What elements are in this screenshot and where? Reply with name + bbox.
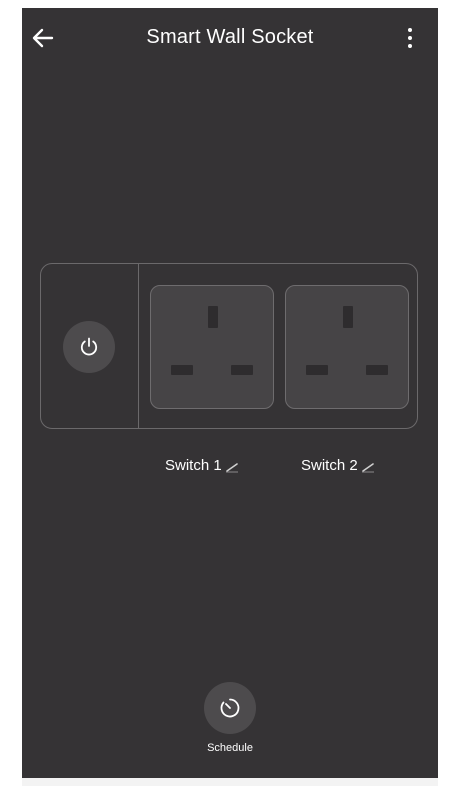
socket-panel <box>40 263 418 429</box>
arrow-left-icon <box>32 28 54 48</box>
more-options-button[interactable] <box>400 22 420 54</box>
outlet-live-pin <box>171 365 193 375</box>
schedule-label: Schedule <box>207 742 253 754</box>
power-icon <box>80 337 98 356</box>
page-title: Smart Wall Socket <box>146 26 314 48</box>
back-button[interactable] <box>28 23 58 53</box>
outlet-switch-1[interactable] <box>150 285 274 409</box>
more-vertical-icon <box>408 28 412 32</box>
more-vertical-icon-dot <box>408 44 412 48</box>
outlet-earth-pin <box>343 306 353 328</box>
master-power-button[interactable] <box>63 321 115 373</box>
bottom-strip <box>22 778 438 786</box>
panel-divider <box>138 264 139 428</box>
schedule-button[interactable] <box>204 682 256 734</box>
pencil-icon[interactable] <box>361 461 375 473</box>
switch-1-name: Switch 1 <box>165 457 222 474</box>
switch-1-label[interactable]: Switch 1 <box>165 457 239 474</box>
header: Smart Wall Socket <box>22 8 438 68</box>
outlet-switch-2[interactable] <box>285 285 409 409</box>
app-screen: Smart Wall Socket Switch 1 Switch 2 Sche… <box>22 8 438 778</box>
timer-icon <box>220 698 240 718</box>
outlet-neutral-pin <box>231 365 253 375</box>
switch-2-name: Switch 2 <box>301 457 358 474</box>
outlet-earth-pin <box>208 306 218 328</box>
switch-2-label[interactable]: Switch 2 <box>301 457 375 474</box>
outlet-neutral-pin <box>366 365 388 375</box>
outlet-live-pin <box>306 365 328 375</box>
pencil-icon[interactable] <box>225 461 239 473</box>
more-vertical-icon-dot <box>408 36 412 40</box>
